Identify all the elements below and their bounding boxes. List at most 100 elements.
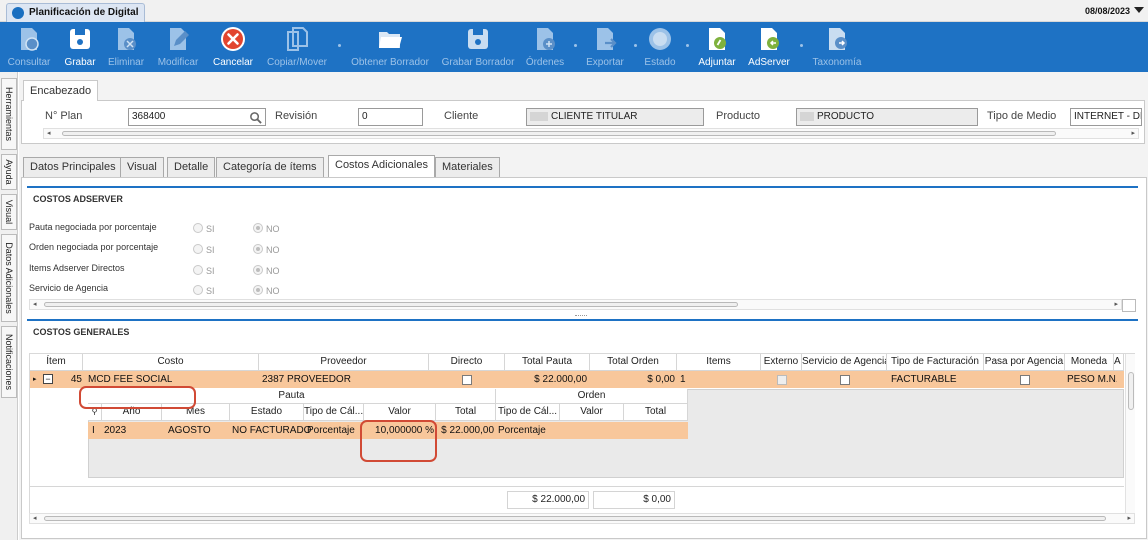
col-servicio-agencia[interactable]: Servicio de Agencia [802, 354, 887, 371]
side-tab-herramientas[interactable]: Herramientas [1, 78, 17, 150]
copy-icon [287, 27, 308, 51]
col-tipo-facturacion[interactable]: Tipo de Facturación [887, 354, 984, 371]
col-item[interactable]: Ítem [30, 354, 83, 371]
col-costo[interactable]: Costo [83, 354, 259, 371]
adserver-hscrollbar[interactable]: ◂ ▸ [29, 299, 1122, 310]
dcol-total[interactable]: Total [436, 404, 496, 421]
directo-checkbox[interactable] [462, 375, 472, 385]
scroll-right-icon[interactable]: ▸ [1131, 129, 1135, 138]
taxonomia-button[interactable]: Taxonomía [808, 22, 866, 72]
producto-input[interactable]: PRODUCTO [796, 108, 978, 126]
grabar-button[interactable]: Grabar [60, 22, 100, 72]
exportar-button[interactable]: Exportar [582, 22, 628, 72]
document-tab[interactable]: Planificación de Digital [6, 3, 146, 22]
col-directo[interactable]: Directo [429, 354, 505, 371]
consultar-button[interactable]: Consultar [4, 22, 54, 72]
grabar-borrador-button[interactable]: Grabar Borrador [440, 22, 516, 72]
header-hscrollbar[interactable]: ◂ ▸ [43, 128, 1139, 139]
estado-button[interactable]: Estado [640, 22, 680, 72]
dropdown-dot [574, 44, 577, 47]
tab-detalle[interactable]: Detalle [167, 157, 216, 177]
collapse-icon[interactable]: − [43, 374, 53, 384]
no-label: NO [266, 266, 280, 276]
revision-input[interactable]: 0 [358, 108, 423, 126]
search-doc-icon [21, 28, 39, 51]
col-items[interactable]: Items [677, 354, 761, 371]
col-pasa-agencia[interactable]: Pasa por Agencia [984, 354, 1065, 371]
dcol-estado[interactable]: Estado [230, 404, 304, 421]
col-total-pauta[interactable]: Total Pauta [505, 354, 590, 371]
servicio-no-radio[interactable] [253, 285, 263, 295]
obtener-borrador-button[interactable]: Obtener Borrador [350, 22, 430, 72]
corner-box [1122, 299, 1136, 312]
grid-vscrollbar[interactable] [1125, 354, 1135, 516]
modificar-button[interactable]: Modificar [154, 22, 202, 72]
scroll-left-icon[interactable]: ◂ [47, 129, 51, 138]
scroll-right-icon[interactable]: ▸ [1114, 300, 1118, 309]
scroll-thumb[interactable] [44, 302, 738, 307]
splitter-grip[interactable] [575, 315, 587, 317]
items-adserver-label: Items Adserver Directos [29, 263, 125, 273]
items-no-radio[interactable] [253, 265, 263, 275]
edit-icon [170, 28, 189, 50]
pauta-no-radio[interactable] [253, 223, 263, 233]
tab-datos-principales[interactable]: Datos Principales [23, 157, 123, 177]
orden-porcentaje-label: Orden negociada por porcentaje [29, 242, 159, 252]
tab-categoria-items[interactable]: Categoría de ítems [216, 157, 324, 177]
tab-visual[interactable]: Visual [120, 157, 164, 177]
cell-proveedor[interactable]: 2387 PROVEEDOR [262, 371, 351, 388]
tab-costos-adicionales[interactable]: Costos Adicionales [328, 155, 435, 178]
col-a[interactable]: A [1114, 354, 1124, 371]
plan-input[interactable]: 368400 [128, 108, 266, 126]
side-tab-ayuda[interactable]: Ayuda [1, 154, 17, 190]
col-proveedor[interactable]: Proveedor [259, 354, 429, 371]
search-icon[interactable] [249, 111, 262, 124]
scroll-thumb[interactable] [1128, 372, 1134, 410]
pasa-agencia-checkbox[interactable] [1020, 375, 1030, 385]
col-externo[interactable]: Externo [761, 354, 802, 371]
col-total-orden[interactable]: Total Orden [590, 354, 677, 371]
externo-checkbox[interactable] [777, 375, 787, 385]
scroll-thumb[interactable] [44, 516, 1106, 521]
servicio-si-radio[interactable] [193, 285, 203, 295]
items-si-radio[interactable] [193, 265, 203, 275]
col-moneda[interactable]: Moneda [1065, 354, 1114, 371]
tab-materiales[interactable]: Materiales [435, 157, 500, 177]
pauta-si-radio[interactable] [193, 223, 203, 233]
ordenes-button[interactable]: Órdenes [523, 22, 567, 72]
cell-item: 45 [70, 374, 82, 385]
eliminar-button[interactable]: Eliminar [104, 22, 148, 72]
servicio-agencia-checkbox[interactable] [840, 375, 850, 385]
scroll-right-icon[interactable]: ▸ [1127, 514, 1131, 523]
tipo-medio-input[interactable]: INTERNET - DIGI [1070, 108, 1142, 126]
main-panel: Encabezado N° Plan 368400 Revisión 0 Cli… [19, 72, 1148, 540]
adserver-button[interactable]: AdServer [746, 22, 792, 72]
dcol-tipo-calc-orden[interactable]: Tipo de Cál... [496, 404, 560, 421]
si-label: SI [206, 224, 215, 234]
side-tab-datos-adicionales[interactable]: Datos Adicionales [1, 234, 17, 322]
scroll-left-icon[interactable]: ◂ [33, 300, 37, 309]
orden-si-radio[interactable] [193, 244, 203, 254]
adjuntar-button[interactable]: Adjuntar [694, 22, 740, 72]
copiar-mover-button[interactable]: Copiar/Mover [263, 22, 331, 72]
dropdown-caret-icon[interactable] [1134, 7, 1144, 13]
dcol-valor-orden[interactable]: Valor [560, 404, 624, 421]
scroll-left-icon[interactable]: ◂ [33, 514, 37, 523]
status-icon [649, 28, 671, 50]
cancelar-button[interactable]: Cancelar [210, 22, 256, 72]
costos-generales-title: COSTOS GENERALES [33, 327, 130, 337]
folder-open-icon [379, 32, 402, 48]
scroll-thumb[interactable] [62, 131, 1056, 136]
summary-divider [30, 486, 1124, 487]
orden-no-radio[interactable] [253, 244, 263, 254]
dcell-tipo-calc: Porcentaje [307, 425, 355, 436]
dcol-tipo-calc[interactable]: Tipo de Cál... [304, 404, 364, 421]
date-label: 08/08/2023 [1084, 6, 1130, 16]
dcol-valor[interactable]: Valor [364, 404, 436, 421]
dcol-total-orden[interactable]: Total [624, 404, 688, 421]
cliente-input[interactable]: CLIENTE TITULAR [526, 108, 704, 126]
side-tab-notificaciones[interactable]: Notificaciones [1, 326, 17, 398]
encabezado-tab[interactable]: Encabezado [23, 80, 99, 101]
side-tab-visual[interactable]: Visual [1, 194, 17, 230]
grid-hscrollbar[interactable]: ◂ ▸ [29, 513, 1135, 524]
